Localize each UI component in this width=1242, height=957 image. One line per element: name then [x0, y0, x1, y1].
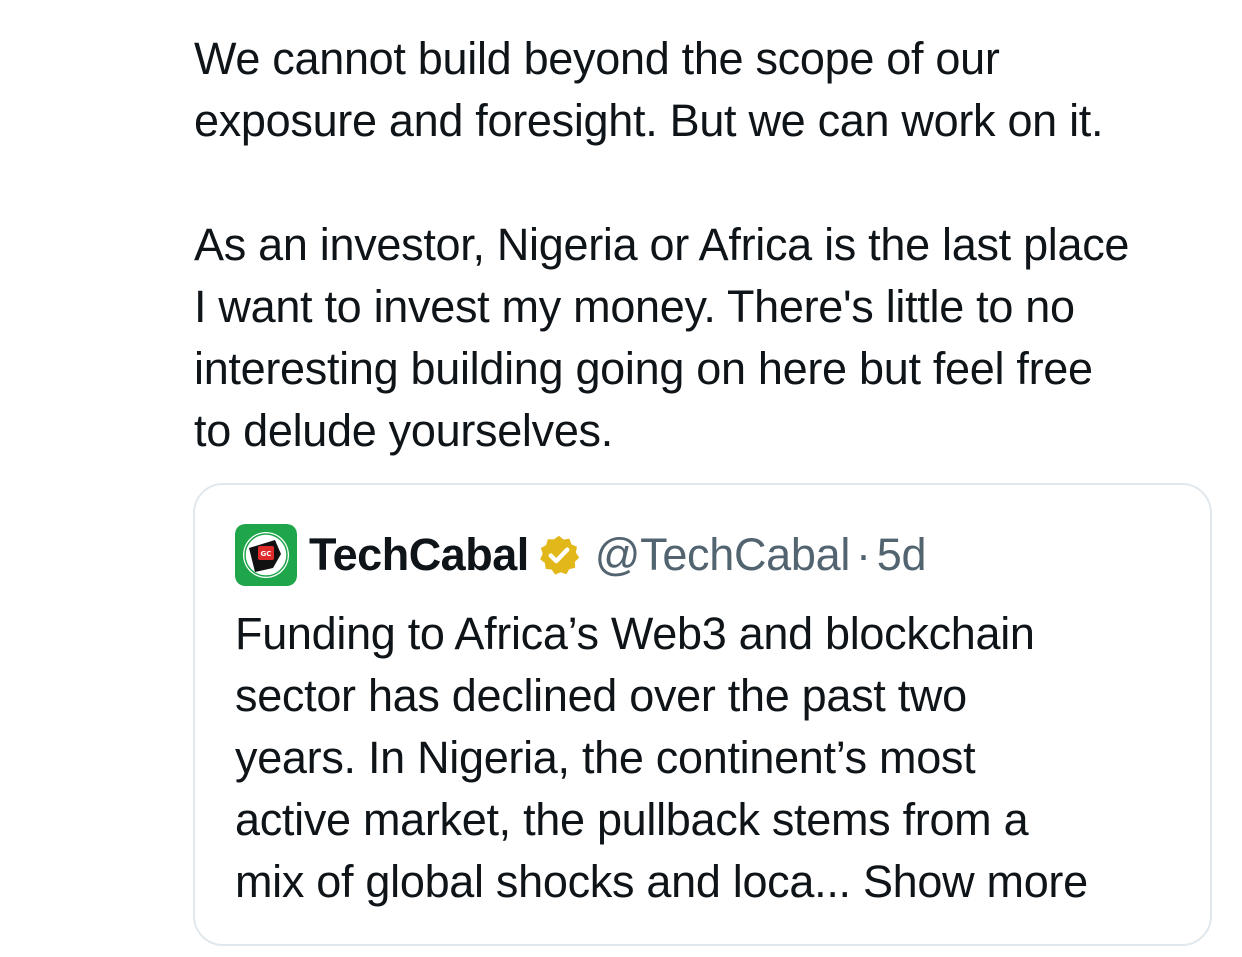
tweet-text: We cannot build beyond the scope of our …	[194, 28, 1224, 462]
quoted-line: sector has declined over the past two	[235, 670, 967, 721]
quoted-line: years. In Nigeria, the continent’s most	[235, 732, 976, 783]
quoted-handle[interactable]: @TechCabal	[595, 529, 851, 581]
quoted-tweet-text: Funding to Africa’s Web3 and blockchain …	[235, 603, 1195, 913]
quoted-tweet-header: GC TechCabal @TechCabal · 5d	[235, 523, 927, 587]
tweet-line: to delude yourselves.	[194, 405, 613, 456]
separator-dot: ·	[856, 529, 871, 580]
tweet-paragraph-2: As an investor, Nigeria or Africa is the…	[194, 214, 1224, 462]
quoted-display-name[interactable]: TechCabal	[309, 529, 529, 581]
tweet-line: I want to invest my money. There's littl…	[194, 281, 1075, 332]
quoted-line: Funding to Africa’s Web3 and blockchain	[235, 608, 1035, 659]
tweet-line: We cannot build beyond the scope of our	[194, 33, 1000, 84]
tweet-line: interesting building going on here but f…	[194, 343, 1093, 394]
svg-text:GC: GC	[261, 550, 272, 558]
quoted-tweet-card[interactable]: GC TechCabal @TechCabal · 5d Funding to …	[193, 483, 1212, 946]
techcabal-logo-icon[interactable]: GC	[235, 524, 297, 586]
quoted-line: active market, the pullback stems from a	[235, 794, 1029, 845]
quoted-line-last: mix of global shocks and loca... Show mo…	[235, 851, 1195, 913]
verified-badge-icon	[539, 535, 579, 575]
show-more-link[interactable]: Show more	[863, 856, 1088, 907]
tweet-paragraph-1: We cannot build beyond the scope of our …	[194, 28, 1224, 152]
tweet-line: exposure and foresight. But we can work …	[194, 95, 1104, 146]
quoted-timestamp[interactable]: 5d	[877, 529, 927, 581]
quoted-truncated-text: mix of global shocks and loca...	[235, 856, 863, 907]
tweet-line: As an investor, Nigeria or Africa is the…	[194, 219, 1130, 270]
